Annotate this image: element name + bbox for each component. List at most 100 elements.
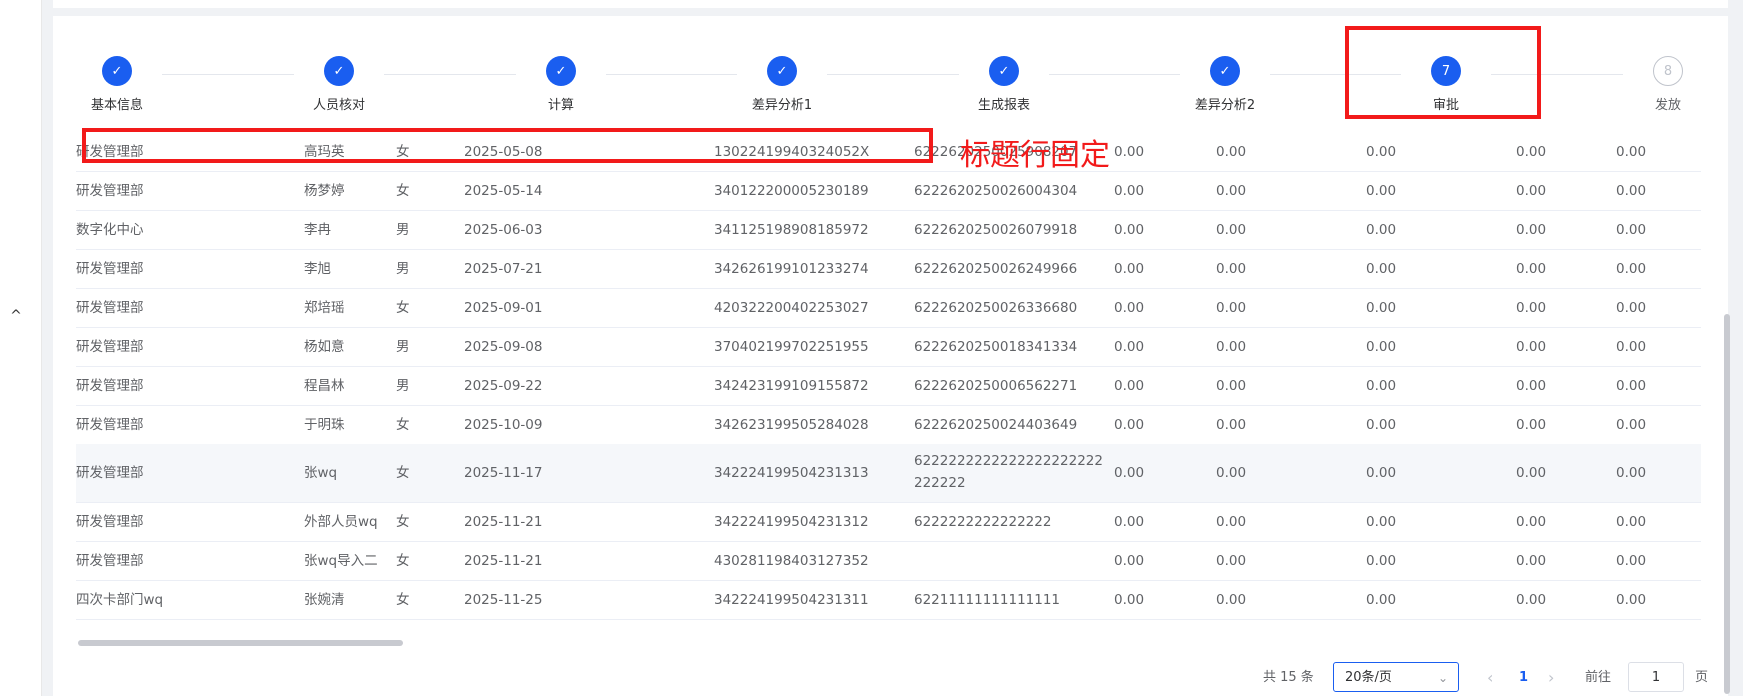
cell-date: 2025-11-17 (464, 465, 543, 481)
step-connector (827, 74, 959, 75)
table-row[interactable]: 四次卡部门wq 张婉清 女 2025-11-25 342224199504231311 6… (76, 580, 1701, 620)
cell-name: 于明珠 (304, 416, 345, 433)
cell-name: 李旭 (304, 260, 331, 277)
cell-date: 2025-09-22 (464, 377, 543, 394)
cell-amount-2: 0.00 (1216, 552, 1247, 569)
next-page-button[interactable]: › (1548, 662, 1554, 694)
table-row[interactable]: 研发管理部 于明珠 女 2025-10-09 342623199505284028 622… (76, 405, 1701, 445)
step-3[interactable]: ✓ 计算 (501, 56, 621, 113)
prev-page-button[interactable]: ‹ (1487, 662, 1493, 694)
table-row[interactable]: 研发管理部 外部人员wq 女 2025-11-21 342224199504231312… (76, 502, 1701, 542)
cell-name: 李冉 (304, 221, 331, 238)
cell-amount-3: 0.00 (1366, 143, 1397, 160)
cell-dept: 数字化中心 (76, 221, 144, 238)
cell-amount-4: 0.00 (1516, 221, 1547, 238)
step-label: 生成报表 (977, 98, 1030, 113)
cell-amount-1: 0.00 (1114, 143, 1145, 160)
cell-amount-4: 0.00 (1516, 552, 1547, 569)
step-8[interactable]: 8 发放 (1608, 56, 1728, 113)
step-label: 差异分析2 (1194, 98, 1256, 113)
cell-date: 2025-09-01 (464, 299, 543, 316)
cell-amount-2: 0.00 (1216, 182, 1247, 199)
cell-id-number: 340122200005230189 (714, 182, 869, 199)
cell-amount-5: 0.00 (1616, 465, 1647, 481)
table-row[interactable]: 研发管理部 杨梦婷 女 2025-05-14 340122200005230189 622… (76, 171, 1701, 211)
table-row[interactable]: 研发管理部 李旭 男 2025-07-21 342626199101233274 6222… (76, 249, 1701, 289)
cell-dept: 研发管理部 (76, 465, 144, 481)
cell-card-line: 6222222222222222222222 (914, 453, 1103, 469)
cell-amount-4: 0.00 (1516, 591, 1547, 608)
cell-amount-2: 0.00 (1216, 416, 1247, 433)
step-connector (384, 74, 516, 75)
cell-amount-5: 0.00 (1616, 221, 1647, 238)
cell-amount-1: 0.00 (1114, 513, 1145, 530)
page-size-select[interactable]: 20条/页 ⌄ (1333, 662, 1459, 692)
cell-date: 2025-11-25 (464, 591, 543, 608)
goto-page-input[interactable]: 1 (1628, 662, 1684, 692)
top-panel-edge (53, 0, 1728, 8)
step-1[interactable]: ✓ 基本信息 (57, 56, 177, 113)
cell-dept: 研发管理部 (76, 377, 144, 394)
cell-amount-2: 0.00 (1216, 591, 1247, 608)
cell-name: 杨如意 (304, 338, 345, 355)
cell-date: 2025-10-09 (464, 416, 543, 433)
step-label: 发放 (1654, 98, 1681, 113)
cell-date: 2025-07-21 (464, 260, 543, 277)
cell-amount-2: 0.00 (1216, 221, 1247, 238)
horizontal-scrollbar[interactable] (78, 640, 403, 646)
step-2[interactable]: ✓ 人员核对 (279, 56, 399, 113)
left-rail: ^ (0, 0, 42, 696)
page-number-current[interactable]: 1 (1519, 662, 1528, 694)
cell-gender: 男 (396, 338, 410, 355)
cell-card-number: 6222222222222222 (914, 513, 1052, 530)
chevron-down-icon: ⌄ (1437, 671, 1448, 685)
step-6[interactable]: ✓ 差异分析2 (1165, 56, 1285, 113)
cell-id-number: 341125198908185972 (714, 221, 869, 238)
cell-amount-3: 0.00 (1366, 465, 1397, 481)
cell-amount-1: 0.00 (1114, 182, 1145, 199)
cell-amount-2: 0.00 (1216, 513, 1247, 530)
cell-id-number: 370402199702251955 (714, 338, 869, 355)
cell-date: 2025-06-03 (464, 221, 543, 238)
cell-name: 张wq (304, 465, 338, 481)
table-row[interactable]: 研发管理部 程昌林 男 2025-09-22 342423199109155872 622… (76, 366, 1701, 406)
cell-amount-1: 0.00 (1114, 338, 1145, 355)
step-5[interactable]: ✓ 生成报表 (944, 56, 1064, 113)
step-connector (606, 74, 737, 75)
step-label: 计算 (547, 98, 574, 113)
table-row[interactable]: 研发管理部 张wq 女 2025-11-17 342224199504231313 622… (76, 444, 1701, 503)
table-row[interactable]: 研发管理部 郑培瑶 女 2025-09-01 420322200402253027 622… (76, 288, 1701, 328)
cell-amount-2: 0.00 (1216, 299, 1247, 316)
step-4[interactable]: ✓ 差异分析1 (722, 56, 842, 113)
cell-amount-5: 0.00 (1616, 416, 1647, 433)
cell-gender: 女 (396, 465, 410, 481)
table-row[interactable]: 研发管理部 杨如意 男 2025-09-08 370402199702251955 622… (76, 327, 1701, 367)
cell-id-number: 430281198403127352 (714, 552, 869, 569)
annotation-text: 标题行固定 (960, 138, 1110, 173)
annotation-box-step (1345, 26, 1541, 119)
cell-dept: 研发管理部 (76, 260, 144, 277)
step-number: 8 (1653, 56, 1683, 86)
cell-name: 程昌林 (304, 377, 345, 394)
vertical-scrollbar[interactable] (1724, 314, 1730, 694)
goto-label: 前往 (1585, 670, 1612, 685)
table-row[interactable]: 研发管理部 张wq导入二 女 2025-11-21 430281198403127352… (76, 541, 1701, 581)
cell-amount-4: 0.00 (1516, 143, 1547, 160)
cell-card-number: 6222620250026336680 (914, 299, 1078, 316)
check-icon: ✓ (1210, 56, 1240, 86)
cell-amount-3: 0.00 (1366, 591, 1397, 608)
cell-amount-1: 0.00 (1114, 299, 1145, 316)
cell-id-number: 342626199101233274 (714, 260, 869, 277)
cell-amount-3: 0.00 (1366, 416, 1397, 433)
collapse-caret-icon[interactable]: ^ (8, 308, 24, 324)
cell-dept: 研发管理部 (76, 552, 144, 569)
step-label: 差异分析1 (751, 98, 813, 113)
cell-name: 张wq导入二 (304, 552, 378, 569)
cell-card-number: 62211111111111111 (914, 591, 1061, 608)
check-icon: ✓ (324, 56, 354, 86)
cell-gender: 女 (396, 513, 410, 530)
cell-gender: 女 (396, 299, 410, 316)
cell-gender: 男 (396, 260, 410, 277)
table-row[interactable]: 数字化中心 李冉 男 2025-06-03 341125198908185972 6222… (76, 210, 1701, 250)
step-label: 人员核对 (312, 98, 365, 113)
